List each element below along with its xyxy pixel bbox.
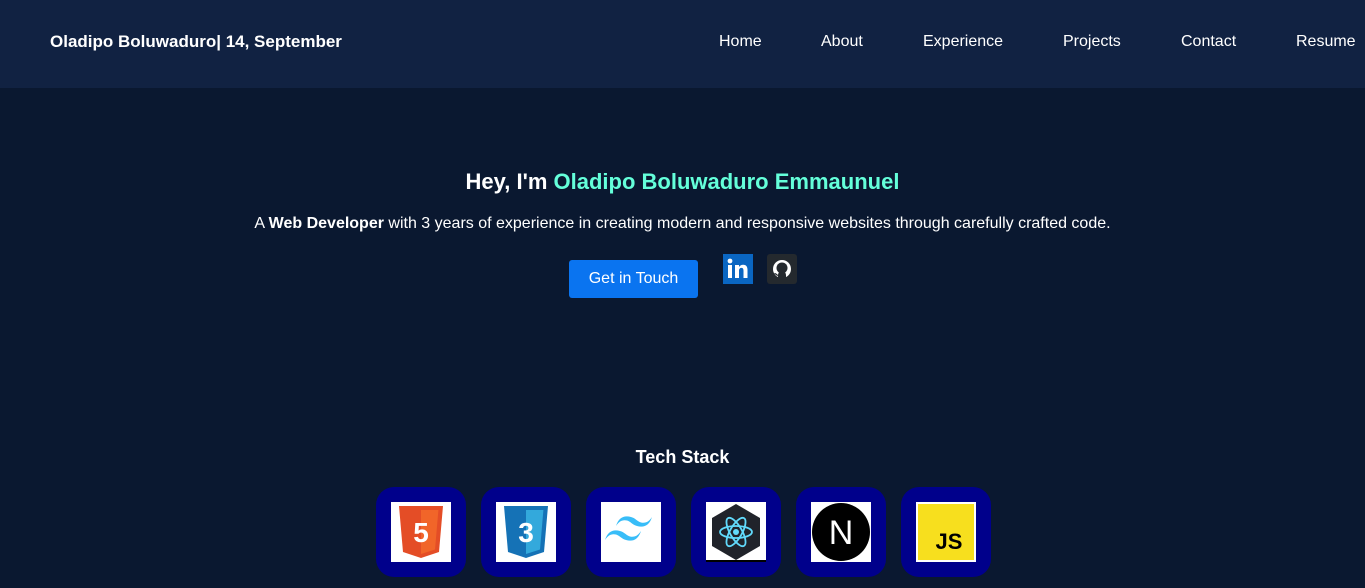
html5-glyph: 5 (413, 517, 429, 548)
javascript-icon: JS (916, 502, 976, 562)
tech-card-react (691, 487, 781, 577)
get-in-touch-button[interactable]: Get in Touch (569, 260, 698, 298)
hero-heading: Hey, I'm Oladipo Boluwaduro Emmaunuel (0, 169, 1365, 195)
tech-card-css3: 3 (481, 487, 571, 577)
tech-card-tailwind (586, 487, 676, 577)
nextjs-icon: N (811, 502, 871, 562)
nav-link-about[interactable]: About (821, 33, 863, 51)
brand-title[interactable]: Oladipo Boluwaduro| 14, September (50, 32, 342, 52)
css3-glyph: 3 (518, 517, 534, 548)
nav-link-contact[interactable]: Contact (1181, 33, 1236, 51)
nav-link-experience[interactable]: Experience (923, 33, 1003, 51)
tagline-prefix: A (254, 215, 269, 232)
tagline-role: Web Developer (268, 215, 384, 232)
html5-icon: 5 (391, 502, 451, 562)
nav-link-resume[interactable]: Resume (1296, 33, 1356, 51)
tech-stack-title: Tech Stack (635, 447, 730, 467)
nav-link-projects[interactable]: Projects (1063, 33, 1121, 51)
navbar: Oladipo Boluwaduro| 14, September Home A… (0, 0, 1365, 88)
tech-card-nextjs: N (796, 487, 886, 577)
tailwind-icon (601, 502, 661, 562)
tagline-suffix: with 3 years of experience in creating m… (383, 215, 1111, 232)
tech-card-javascript: JS (901, 487, 991, 577)
css3-icon: 3 (496, 502, 556, 562)
react-icon (706, 502, 766, 562)
tech-card-html5: 5 (376, 487, 466, 577)
linkedin-icon[interactable] (723, 254, 753, 284)
nextjs-glyph: N (829, 514, 854, 552)
nav-link-home[interactable]: Home (719, 33, 762, 51)
hero-tagline: A Web Developer with 3 years of experien… (0, 215, 1365, 233)
hero-name: Oladipo Boluwaduro Emmaunuel (553, 169, 900, 194)
javascript-glyph: JS (936, 529, 963, 554)
github-icon[interactable] (767, 254, 797, 284)
hero-greeting: Hey, I'm (465, 169, 554, 194)
